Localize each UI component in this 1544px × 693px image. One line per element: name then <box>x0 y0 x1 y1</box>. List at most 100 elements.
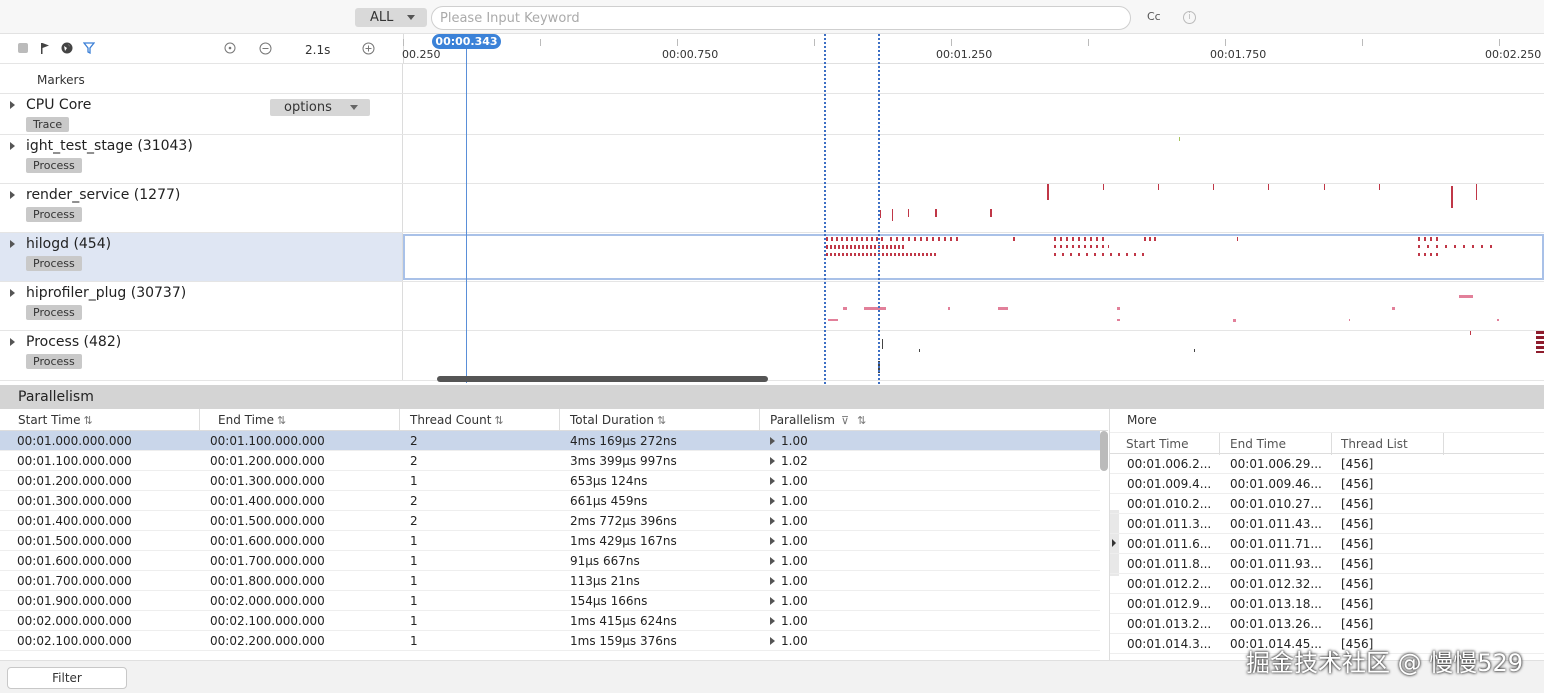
table-row[interactable]: 00:01.012.2... 00:01.012.32... [456] <box>1110 574 1544 594</box>
trace-slice[interactable] <box>1451 186 1453 208</box>
trace-slice[interactable] <box>1379 184 1380 190</box>
trace-slice[interactable] <box>1213 184 1214 190</box>
trace-slice[interactable] <box>1268 184 1269 190</box>
table-row[interactable]: 00:01.013.2... 00:01.013.26... [456] <box>1110 614 1544 634</box>
table-row[interactable]: 00:01.300.000.000 00:01.400.000.000 2 661μs… <box>0 491 1100 511</box>
column-header[interactable]: Parallelism ⊽ ⇅ <box>760 409 1108 431</box>
trace-slice-cluster[interactable] <box>1054 245 1109 248</box>
trace-slice[interactable] <box>1117 307 1120 310</box>
trace-slice[interactable] <box>1392 307 1395 310</box>
trace-slice[interactable] <box>1497 319 1499 321</box>
column-header[interactable]: Start Time <box>1110 433 1220 455</box>
square-icon[interactable] <box>17 42 29 54</box>
trace-slice[interactable] <box>843 307 847 310</box>
trace-slice[interactable] <box>908 209 909 217</box>
trace-slice[interactable] <box>828 319 838 321</box>
trace-slice[interactable] <box>892 209 893 221</box>
expand-arrow-icon[interactable] <box>770 477 775 485</box>
trace-slice[interactable] <box>919 349 920 352</box>
trace-slice[interactable] <box>990 209 992 217</box>
trace-slice-cluster[interactable] <box>890 237 960 241</box>
trace-slice[interactable] <box>1103 184 1104 190</box>
column-header[interactable]: Thread Count ⇅ <box>400 409 560 431</box>
track-row-process[interactable]: Process (482) Process <box>0 331 1544 381</box>
trace-slice-cluster[interactable] <box>1418 237 1438 241</box>
trace-slice[interactable] <box>1237 237 1238 241</box>
expand-arrow-icon[interactable] <box>770 637 775 645</box>
table-row[interactable]: 00:01.006.2... 00:01.006.29... [456] <box>1110 454 1544 474</box>
trace-slice-cluster[interactable] <box>1144 237 1156 241</box>
expand-arrow-icon[interactable] <box>770 437 775 445</box>
column-header[interactable]: Start Time ⇅ <box>0 409 200 431</box>
expand-arrow-icon[interactable] <box>10 191 15 199</box>
zoom-in-icon[interactable] <box>362 42 375 55</box>
table-row[interactable]: 00:01.011.6... 00:01.011.71... [456] <box>1110 534 1544 554</box>
expand-arrow-icon[interactable] <box>10 142 15 150</box>
trace-slice[interactable] <box>1476 184 1477 200</box>
trace-slice[interactable] <box>882 339 883 349</box>
selection-end-line[interactable] <box>878 34 880 384</box>
zoom-out-icon[interactable] <box>259 42 272 55</box>
trace-slice-cluster[interactable] <box>1418 253 1438 256</box>
scope-select[interactable]: ALL <box>355 8 427 27</box>
trace-slice[interactable] <box>1470 331 1471 335</box>
search-input[interactable] <box>431 6 1131 30</box>
trace-slice[interactable] <box>1233 319 1236 322</box>
trace-slice[interactable] <box>1194 349 1195 352</box>
trace-slice[interactable] <box>1158 184 1159 190</box>
expand-arrow-icon[interactable] <box>770 517 775 525</box>
track-row-hiprofiler[interactable]: hiprofiler_plug (30737) Process <box>0 282 1544 331</box>
table-row[interactable]: 00:01.011.3... 00:01.011.43... [456] <box>1110 514 1544 534</box>
trace-slice-cluster[interactable] <box>1418 245 1498 248</box>
trace-slice-cluster[interactable] <box>1054 237 1104 241</box>
expand-arrow-icon[interactable] <box>10 240 15 248</box>
options-dropdown[interactable]: options <box>270 99 370 116</box>
expand-arrow-icon[interactable] <box>10 338 15 346</box>
column-header[interactable]: End Time <box>1220 433 1332 455</box>
trace-slice[interactable] <box>998 307 1008 310</box>
column-header[interactable]: Total Duration ⇅ <box>560 409 760 431</box>
trace-slice[interactable] <box>1324 184 1325 190</box>
filter-button[interactable]: Filter <box>7 667 127 689</box>
table-row[interactable]: 00:01.500.000.000 00:01.600.000.000 1 1ms 4… <box>0 531 1100 551</box>
trace-slice[interactable] <box>935 209 937 217</box>
trace-slice[interactable] <box>864 307 886 310</box>
table-row[interactable]: 00:02.000.000.000 00:02.100.000.000 1 1ms 4… <box>0 611 1100 631</box>
reset-zoom-icon[interactable] <box>224 42 236 54</box>
track-row-process[interactable]: ight_test_stage (31043) Process <box>0 135 1544 184</box>
expand-arrow-icon[interactable] <box>770 457 775 465</box>
trace-slice-cluster[interactable] <box>1536 331 1544 353</box>
expand-arrow-icon[interactable] <box>770 537 775 545</box>
table-row[interactable]: 00:01.000.000.000 00:01.100.000.000 2 4ms 1… <box>0 431 1100 451</box>
trace-slice[interactable] <box>1459 295 1473 298</box>
trace-slice-cluster[interactable] <box>826 253 936 256</box>
expand-arrow-icon[interactable] <box>770 497 775 505</box>
trace-slice-cluster[interactable] <box>826 237 886 241</box>
table-row[interactable]: 00:01.600.000.000 00:01.700.000.000 1 91μs … <box>0 551 1100 571</box>
expand-arrow-icon[interactable] <box>10 101 15 109</box>
filter-icon[interactable] <box>82 42 96 55</box>
table-row[interactable]: 00:01.400.000.000 00:01.500.000.000 2 2ms 7… <box>0 511 1100 531</box>
column-header[interactable]: Thread List <box>1332 433 1444 455</box>
table-row[interactable]: 00:01.900.000.000 00:02.000.000.000 1 154μs… <box>0 591 1100 611</box>
time-cursor-line[interactable] <box>466 49 467 383</box>
trace-slice[interactable] <box>948 307 950 310</box>
info-icon[interactable]: i <box>1183 11 1196 24</box>
selection-start-line[interactable] <box>824 34 826 384</box>
trace-slice[interactable] <box>1349 319 1350 321</box>
table-row[interactable]: 00:01.200.000.000 00:01.300.000.000 1 653μs… <box>0 471 1100 491</box>
time-cursor-flag[interactable]: 00:00.343 <box>432 34 501 49</box>
timeline-ruler[interactable]: 00.250 00:00.750 00:01.250 00:01.750 00:… <box>402 34 1544 64</box>
flag-icon[interactable] <box>39 42 51 54</box>
expand-arrow-icon[interactable] <box>770 597 775 605</box>
horizontal-scrollbar[interactable] <box>437 376 768 382</box>
trace-slice-cluster[interactable] <box>1054 253 1144 256</box>
table-row[interactable]: 00:01.011.8... 00:01.011.93... [456] <box>1110 554 1544 574</box>
table-row[interactable]: 00:01.009.4... 00:01.009.46... [456] <box>1110 474 1544 494</box>
table-row[interactable]: 00:01.100.000.000 00:01.200.000.000 2 3ms 3… <box>0 451 1100 471</box>
expand-arrow-icon[interactable] <box>770 557 775 565</box>
trace-slice[interactable] <box>1117 319 1120 321</box>
table-row[interactable]: 00:01.010.2... 00:01.010.27... [456] <box>1110 494 1544 514</box>
track-row-process[interactable]: render_service (1277) Process <box>0 184 1544 233</box>
expand-arrow-icon[interactable] <box>10 289 15 297</box>
